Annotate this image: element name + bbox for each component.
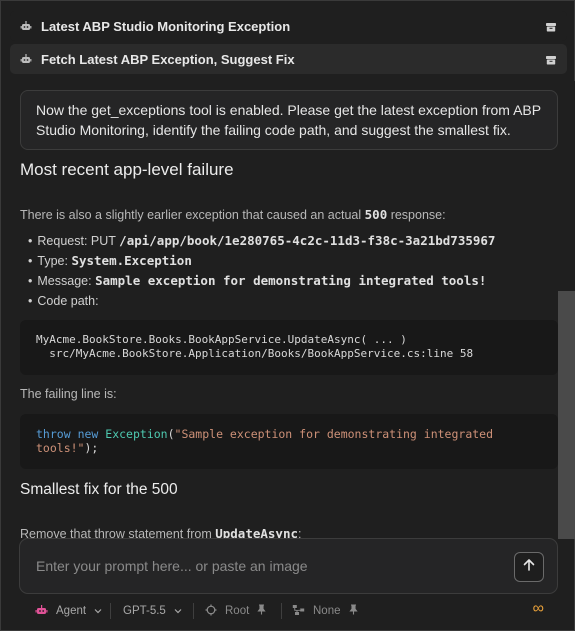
scrollbar-thumb[interactable] xyxy=(558,291,575,539)
send-button[interactable] xyxy=(514,552,544,582)
pin-icon[interactable] xyxy=(348,604,358,618)
chat-messages[interactable]: Now the get_exceptions tool is enabled. … xyxy=(2,81,558,539)
context-selector[interactable]: None xyxy=(288,603,362,619)
mode-label: Agent xyxy=(56,605,87,617)
target-icon xyxy=(205,604,217,619)
exception-details: Request: PUT /api/app/book/1e280765-4c2c… xyxy=(28,231,495,311)
bot-icon xyxy=(20,20,32,32)
root-selector[interactable]: Root xyxy=(201,603,270,619)
prompt-box xyxy=(19,538,558,594)
list-item: Request: PUT /api/app/book/1e280765-4c2c… xyxy=(28,231,495,251)
root-label: Root xyxy=(225,605,250,617)
response-heading: Most recent app-level failure xyxy=(20,160,234,179)
session-title: Fetch Latest ABP Exception, Suggest Fix xyxy=(41,51,295,67)
failing-line-label: The failing line is: xyxy=(20,387,117,401)
chat-panel: Latest ABP Studio Monitoring Exception F… xyxy=(0,0,575,631)
list-item: Type: System.Exception xyxy=(28,251,495,271)
session-title: Latest ABP Studio Monitoring Exception xyxy=(41,18,291,34)
response-heading: Smallest fix for the 500 xyxy=(20,481,178,498)
list-item: Message: Sample exception for demonstrat… xyxy=(28,271,495,291)
archive-icon[interactable] xyxy=(545,53,557,65)
bottom-toolbar: Agent GPT-5.5 Root None ∞ xyxy=(1,599,575,623)
arrow-up-icon xyxy=(522,558,536,577)
mode-selector[interactable]: Agent xyxy=(35,603,106,619)
code-block: throw new Exception("Sample exception fo… xyxy=(20,414,558,469)
agent-icon xyxy=(35,604,48,619)
session-item-active[interactable]: Fetch Latest ABP Exception, Suggest Fix xyxy=(10,44,567,74)
list-item: Code path: xyxy=(28,291,495,311)
network-icon xyxy=(292,604,305,619)
prompt-input[interactable] xyxy=(36,555,506,577)
user-message: Now the get_exceptions tool is enabled. … xyxy=(20,90,558,150)
model-selector[interactable]: GPT-5.5 xyxy=(119,603,186,619)
infinity-icon[interactable]: ∞ xyxy=(533,600,544,618)
divider xyxy=(110,603,111,619)
pin-icon[interactable] xyxy=(257,604,266,618)
session-item[interactable]: Latest ABP Studio Monitoring Exception xyxy=(10,11,567,41)
chevron-down-icon xyxy=(174,605,182,617)
model-label: GPT-5.5 xyxy=(123,605,166,617)
none-label: None xyxy=(313,605,341,617)
chevron-down-icon xyxy=(94,605,102,617)
divider xyxy=(281,603,282,619)
response-intro: There is also a slightly earlier excepti… xyxy=(20,207,446,222)
archive-icon[interactable] xyxy=(545,20,557,32)
divider xyxy=(193,603,194,619)
code-block: MyAcme.BookStore.Books.BookAppService.Up… xyxy=(20,320,558,375)
bot-icon xyxy=(20,53,32,65)
